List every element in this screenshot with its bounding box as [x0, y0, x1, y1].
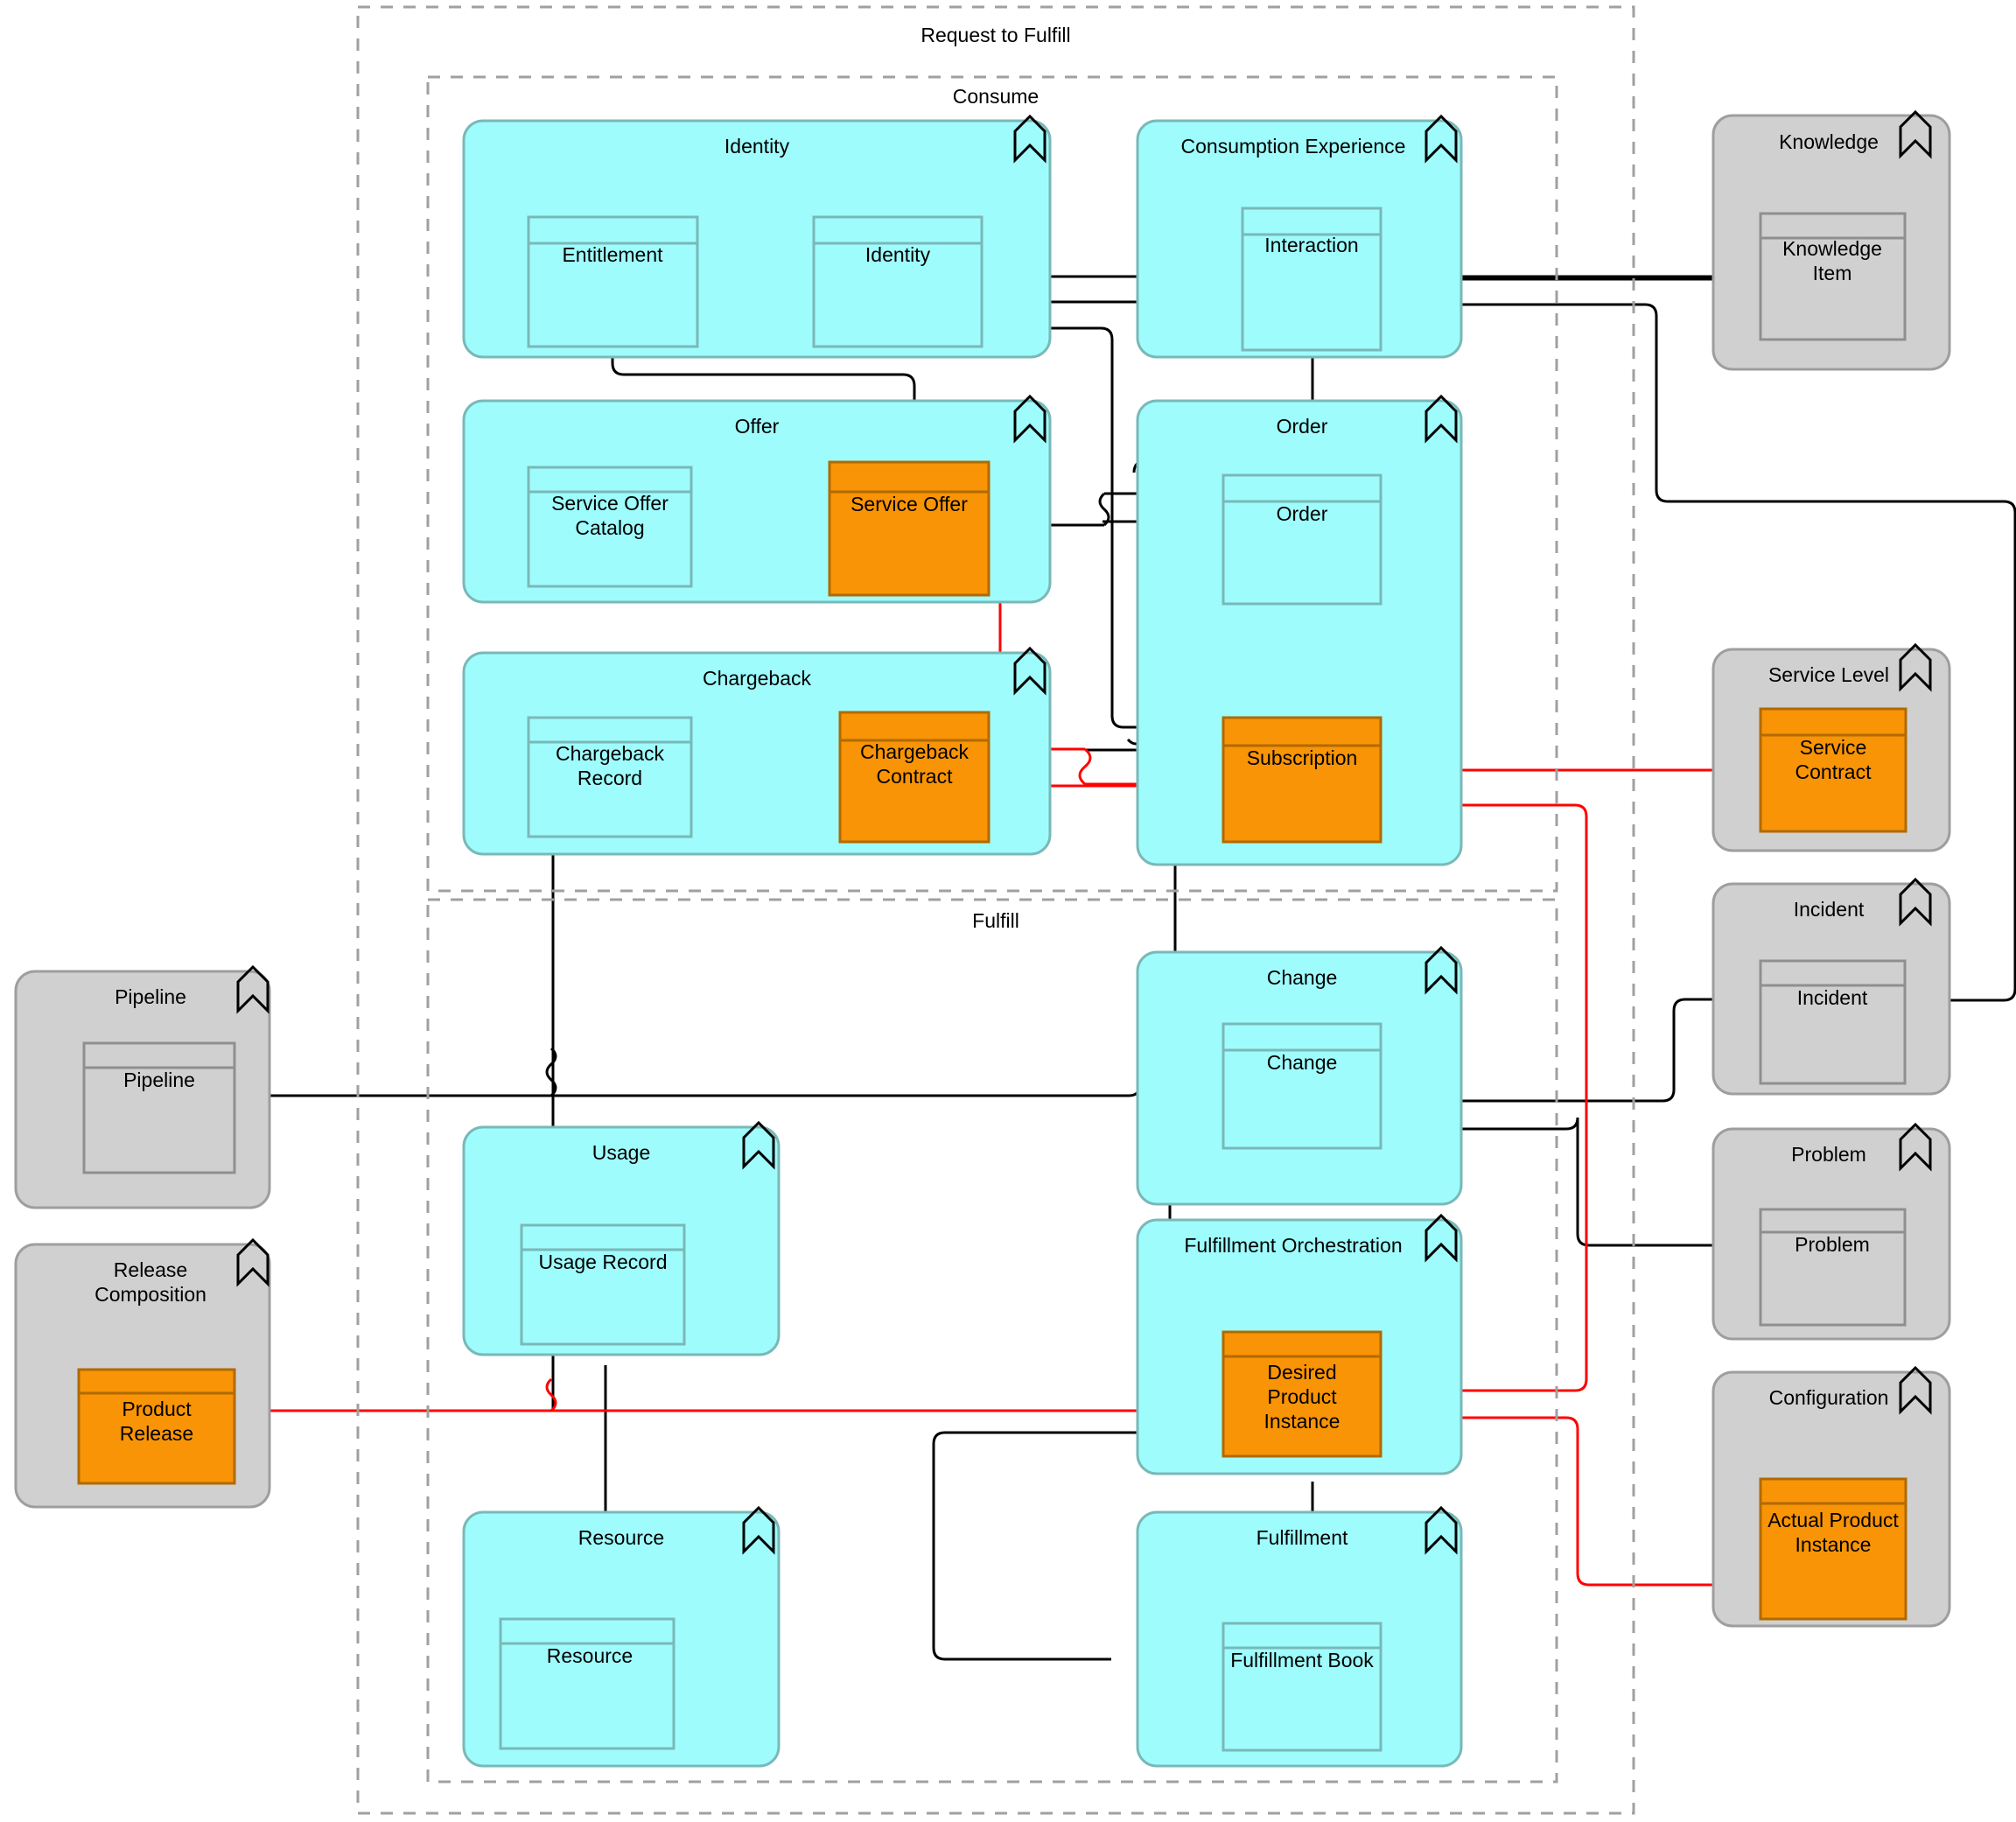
- entity-label-identity: Identity: [865, 243, 931, 266]
- group-boxes: [14, 114, 1951, 1768]
- entity-label-change: Change: [1267, 1051, 1338, 1074]
- diagram-canvas: Request to Fulfill Consume Fulfill Ident…: [0, 0, 2016, 1822]
- entity-pipeline[interactable]: [82, 1041, 236, 1174]
- group-label-identity: Identity: [724, 135, 790, 158]
- entity-resource[interactable]: [499, 1617, 676, 1750]
- entity-incident[interactable]: [1759, 959, 1907, 1085]
- entity-label-problem: Problem: [1795, 1233, 1870, 1256]
- group-label-knowledge: Knowledge: [1779, 130, 1879, 153]
- group-label-usage: Usage: [592, 1141, 650, 1164]
- entity-subscription[interactable]: [1222, 716, 1382, 844]
- group-label-incident: Incident: [1794, 898, 1865, 921]
- entity-identity[interactable]: [812, 215, 984, 348]
- entity-label-resource: Resource: [547, 1644, 633, 1667]
- entity-usage-record[interactable]: [520, 1223, 686, 1346]
- entity-label-service-offer: Service Offer: [850, 493, 968, 515]
- entity-label-usage-record: Usage Record: [538, 1251, 667, 1273]
- group-label-order: Order: [1277, 415, 1328, 438]
- entity-label-entitlement: Entitlement: [562, 243, 663, 266]
- group-label-change: Change: [1267, 966, 1338, 989]
- entity-label-subscription: Subscription: [1247, 746, 1358, 769]
- group-label-service-level: Service Level: [1768, 663, 1889, 686]
- entity-fulfillment-book[interactable]: [1222, 1622, 1382, 1752]
- entity-service-offer[interactable]: [828, 460, 990, 597]
- group-label-configuration: Configuration: [1769, 1386, 1889, 1409]
- entity-change[interactable]: [1222, 1022, 1382, 1150]
- group-label-offer: Offer: [735, 415, 780, 438]
- group-label-resource: Resource: [578, 1526, 664, 1549]
- group-label-fulfillment: Fulfillment: [1256, 1526, 1348, 1549]
- group-label-chargeback: Chargeback: [703, 667, 812, 690]
- entity-order[interactable]: [1222, 473, 1382, 606]
- entity-label-pipeline: Pipeline: [123, 1069, 195, 1091]
- entity-label-fulfillment-book: Fulfillment Book: [1230, 1649, 1374, 1671]
- container-label-request-to-fulfill: Request to Fulfill: [920, 24, 1070, 46]
- entity-label-interaction: Interaction: [1264, 234, 1358, 256]
- entity-label-incident: Incident: [1797, 986, 1868, 1009]
- container-label-consume: Consume: [953, 85, 1039, 108]
- entity-entitlement[interactable]: [527, 215, 699, 348]
- diagram-svg: Request to Fulfill Consume Fulfill Ident…: [14, 5, 2016, 1815]
- group-label-pipeline: Pipeline: [115, 985, 186, 1008]
- group-label-fulfillment-orchestration: Fulfillment Orchestration: [1184, 1234, 1402, 1257]
- entity-problem[interactable]: [1759, 1208, 1907, 1327]
- container-label-fulfill: Fulfill: [972, 909, 1019, 932]
- group-label-problem: Problem: [1791, 1143, 1866, 1166]
- entity-label-desired-product-instance: Desired Product Instance: [1264, 1361, 1340, 1433]
- entity-interaction[interactable]: [1241, 207, 1382, 352]
- group-label-consumption-experience: Consumption Experience: [1181, 135, 1406, 158]
- entity-label-order: Order: [1277, 502, 1328, 525]
